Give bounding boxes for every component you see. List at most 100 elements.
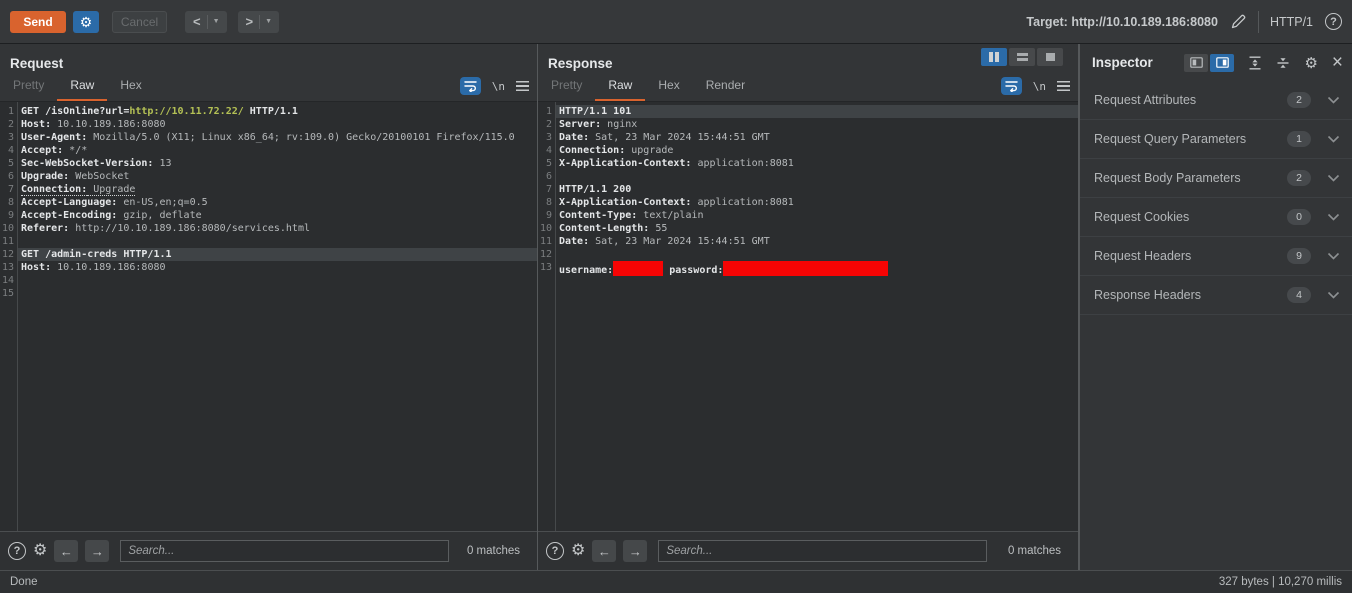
code-line[interactable]: 11Date: Sat, 23 Mar 2024 15:44:51 GMT <box>538 235 1078 248</box>
match-count: 0 matches <box>1008 545 1070 557</box>
line-number: 5 <box>0 157 17 170</box>
help-icon[interactable]: ? <box>546 542 564 560</box>
code-line[interactable]: 4Connection: upgrade <box>538 144 1078 157</box>
code-line[interactable]: 5X-Application-Context: application:8081 <box>538 157 1078 170</box>
code-line[interactable]: 13username: password: <box>538 261 1078 274</box>
send-button[interactable]: Send <box>10 11 66 33</box>
code-text: */* <box>63 145 87 156</box>
code-line[interactable]: 1HTTP/1.1 101 <box>538 105 1078 118</box>
code-line[interactable]: 9Accept-Encoding: gzip, deflate <box>0 209 537 222</box>
word-wrap-toggle[interactable] <box>460 77 481 95</box>
next-match-button[interactable]: → <box>85 540 109 562</box>
code-line[interactable]: 7Connection: Upgrade <box>0 183 537 196</box>
http-version-label[interactable]: HTTP/1 <box>1270 15 1313 29</box>
tab-hex[interactable]: Hex <box>107 71 154 101</box>
line-number: 1 <box>0 105 17 118</box>
inspector-section-request-attributes[interactable]: Request Attributes2 <box>1080 81 1352 120</box>
code-line[interactable]: 8X-Application-Context: application:8081 <box>538 196 1078 209</box>
code-line[interactable]: 9Content-Type: text/plain <box>538 209 1078 222</box>
code-line[interactable]: 11 <box>0 235 537 248</box>
search-settings-icon[interactable]: ⚙ <box>571 542 585 560</box>
search-input[interactable] <box>120 540 449 562</box>
previous-match-button[interactable]: ← <box>592 540 616 562</box>
line-number: 10 <box>538 222 555 235</box>
pencil-icon <box>1230 13 1247 30</box>
code-line[interactable]: 2Host: 10.10.189.186:8080 <box>0 118 537 131</box>
question-mark: ? <box>14 545 21 557</box>
inspector-close-button[interactable]: × <box>1332 55 1343 71</box>
dock-right-button[interactable] <box>1210 54 1234 72</box>
forward-request-button[interactable]: > ▼ <box>238 11 280 33</box>
code-line[interactable]: 4Accept: */* <box>0 144 537 157</box>
inspector-section-request-body-parameters[interactable]: Request Body Parameters2 <box>1080 159 1352 198</box>
code-line[interactable]: 10Referer: http://10.10.189.186:8080/ser… <box>0 222 537 235</box>
word-wrap-toggle[interactable] <box>1001 77 1022 95</box>
help-icon[interactable]: ? <box>1325 13 1342 30</box>
layout-columns-button[interactable] <box>981 48 1007 66</box>
main-area: Request Pretty Raw Hex \n 1GET /isOnline… <box>0 44 1352 570</box>
send-settings-button[interactable]: ⚙ <box>73 11 99 33</box>
code-line[interactable]: 1GET /isOnline?url=http://10.11.72.22/ H… <box>0 105 537 118</box>
code-text: HTTP/1.1 <box>244 106 298 117</box>
search-settings-icon[interactable]: ⚙ <box>33 542 47 560</box>
expand-all-button[interactable] <box>1248 56 1262 70</box>
code-line[interactable]: 3User-Agent: Mozilla/5.0 (X11; Linux x86… <box>0 131 537 144</box>
inspector-section-response-headers[interactable]: Response Headers4 <box>1080 276 1352 315</box>
code-line[interactable]: 6Upgrade: WebSocket <box>0 170 537 183</box>
code-line[interactable]: 5Sec-WebSocket-Version: 13 <box>0 157 537 170</box>
tab-raw[interactable]: Raw <box>595 71 645 101</box>
show-newlines-toggle[interactable]: \n <box>1033 80 1046 93</box>
code-line[interactable]: 14 <box>0 274 537 287</box>
layout-single-button[interactable] <box>1037 48 1063 66</box>
cancel-button[interactable]: Cancel <box>112 11 167 33</box>
code-line[interactable]: 2Server: nginx <box>538 118 1078 131</box>
line-number: 2 <box>538 118 555 131</box>
tab-hex[interactable]: Hex <box>645 71 692 101</box>
question-mark: ? <box>552 545 559 557</box>
show-newlines-toggle[interactable]: \n <box>492 80 505 93</box>
inspector-section-request-query-parameters[interactable]: Request Query Parameters1 <box>1080 120 1352 159</box>
section-label: Request Headers <box>1094 249 1287 263</box>
code-line[interactable]: 3Date: Sat, 23 Mar 2024 15:44:51 GMT <box>538 131 1078 144</box>
code-line[interactable]: 6 <box>538 170 1078 183</box>
chevron-down-icon[interactable]: ▼ <box>211 18 222 25</box>
code-line[interactable]: 15 <box>0 287 537 300</box>
inspector-section-request-headers[interactable]: Request Headers9 <box>1080 237 1352 276</box>
code-text: password: <box>669 265 723 276</box>
search-input[interactable] <box>658 540 987 562</box>
arrow-left-icon: ← <box>60 544 73 559</box>
code-line[interactable]: 10Content-Length: 55 <box>538 222 1078 235</box>
back-request-button[interactable]: < ▼ <box>185 11 227 33</box>
line-number: 4 <box>538 144 555 157</box>
tab-raw[interactable]: Raw <box>57 71 107 101</box>
code-line[interactable]: 13Host: 10.10.189.186:8080 <box>0 261 537 274</box>
tab-pretty[interactable]: Pretty <box>0 71 57 101</box>
code-text: GET /isOnline?url= <box>21 106 129 117</box>
request-editor[interactable]: 1GET /isOnline?url=http://10.11.72.22/ H… <box>0 102 537 531</box>
help-icon[interactable]: ? <box>8 542 26 560</box>
inspector-section-request-cookies[interactable]: Request Cookies0 <box>1080 198 1352 237</box>
code-text: WebSocket <box>69 171 129 182</box>
code-line[interactable]: 12 <box>538 248 1078 261</box>
collapse-all-button[interactable] <box>1276 56 1290 70</box>
code-line[interactable]: 12GET /admin-creds HTTP/1.1 <box>0 248 537 261</box>
tab-pretty[interactable]: Pretty <box>538 71 595 101</box>
previous-match-button[interactable]: ← <box>54 540 78 562</box>
code-text: 55 <box>649 223 667 234</box>
line-number: 11 <box>0 235 17 248</box>
inspector-sections: Request Attributes2Request Query Paramet… <box>1080 81 1352 315</box>
code-line[interactable]: 7HTTP/1.1 200 <box>538 183 1078 196</box>
inspector-settings-button[interactable]: ⚙ <box>1304 54 1317 72</box>
response-editor[interactable]: 1HTTP/1.1 1012Server: nginx3Date: Sat, 2… <box>538 102 1078 531</box>
next-match-button[interactable]: → <box>623 540 647 562</box>
word-wrap-icon <box>1005 80 1018 92</box>
tab-render[interactable]: Render <box>693 71 758 101</box>
edit-target-button[interactable] <box>1230 13 1247 30</box>
chevron-down-icon[interactable]: ▼ <box>263 18 274 25</box>
code-line[interactable]: 8Accept-Language: en-US,en;q=0.5 <box>0 196 537 209</box>
response-find-bar: ? ⚙ ← → 0 matches <box>538 531 1078 570</box>
editor-menu-icon[interactable] <box>1057 81 1070 91</box>
layout-rows-button[interactable] <box>1009 48 1035 66</box>
editor-menu-icon[interactable] <box>516 81 529 91</box>
dock-left-button[interactable] <box>1184 54 1208 72</box>
